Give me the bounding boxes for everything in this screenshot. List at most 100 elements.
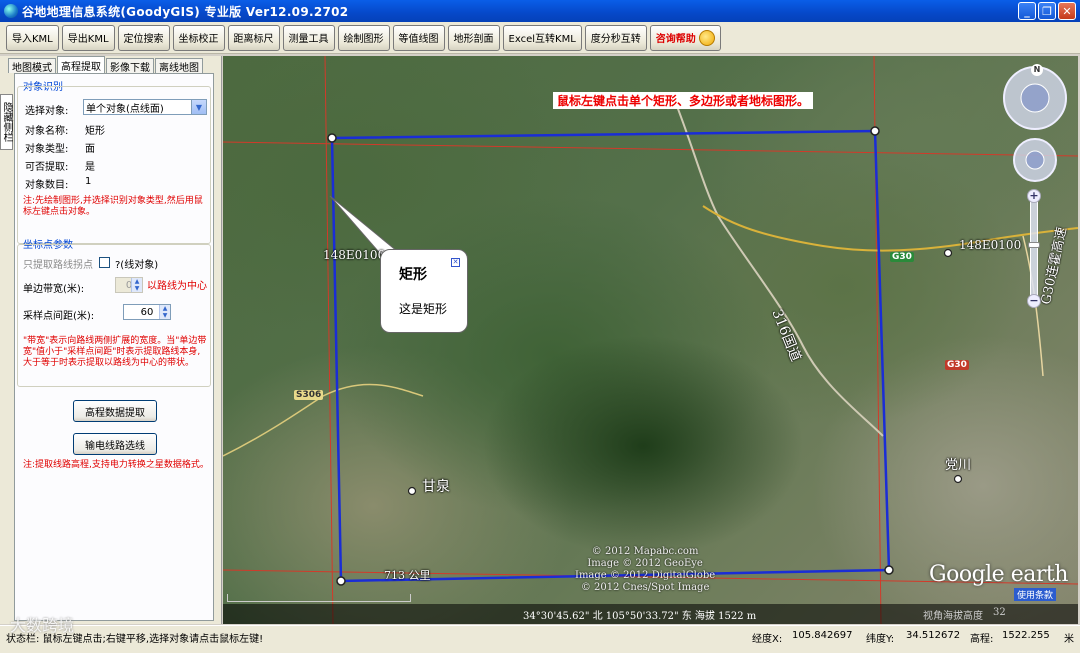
only-turning-checkbox[interactable] xyxy=(99,257,110,268)
hide-sidebar-tab[interactable]: 隐藏侧栏 xyxy=(0,94,13,150)
extractable-value: 是 xyxy=(85,162,95,173)
chevron-down-icon[interactable]: ▼ xyxy=(191,100,206,114)
spin-arrows-icon[interactable]: ▲ ▼ xyxy=(131,278,142,292)
band-width-stepper[interactable]: 0 ▲ ▼ xyxy=(115,277,143,293)
copyright-line: © 2012 Mapabc.com xyxy=(591,546,699,557)
help-button[interactable]: 咨询帮助 xyxy=(649,24,721,51)
info-bubble: 矩形 ✕ 这是矩形 xyxy=(380,249,468,333)
road-s306-badge: S306 xyxy=(294,390,324,400)
grid-label-right: 148E0100 xyxy=(959,238,1022,252)
lon-label: 经度X: xyxy=(752,634,783,645)
only-turning-label: 只提取路线拐点 xyxy=(23,260,93,271)
object-name-label: 对象名称: xyxy=(25,126,69,137)
close-button[interactable]: ✕ xyxy=(1058,2,1076,20)
place-marker[interactable] xyxy=(407,486,417,496)
vertex-marker[interactable] xyxy=(884,565,894,575)
hand-icon[interactable] xyxy=(1025,150,1045,170)
eye-altitude-value: 32 xyxy=(993,607,1006,618)
road-316 xyxy=(672,95,884,437)
object-recog-note: 注:先绘制图形,并选择识别对象类型,然后用鼠标左键点击对象。 xyxy=(23,196,203,217)
scale-bar xyxy=(227,594,411,602)
excel-kml-button[interactable]: Excel互转KML xyxy=(502,24,582,51)
elevation-extract-button[interactable]: 高程数据提取 xyxy=(73,400,157,422)
map-copyright: © 2012 Mapabc.com Image © 2012 GeoEye Im… xyxy=(575,546,715,594)
object-type-label: 对象类型: xyxy=(25,144,69,155)
google-earth-logo: Google earth xyxy=(929,562,1068,587)
place-ganquan: 甘泉 xyxy=(422,479,450,495)
place-marker[interactable] xyxy=(953,474,963,484)
elevation-tab-body: 对象识别 选择对象: 单个对象(点线面) ▼ 对象名称: 矩形 对象类型: 面 … xyxy=(14,73,214,621)
vertex-marker[interactable] xyxy=(336,576,346,586)
road-g30-badge-2: G30 xyxy=(945,360,969,370)
bubble-title: 矩形 xyxy=(399,267,427,283)
measure-tools-button[interactable]: 测量工具 xyxy=(282,24,335,51)
vertex-marker[interactable] xyxy=(327,133,337,143)
title-bar: 谷地地理信息系统(GoodyGIS) 专业版 Ver12.09.2702 _ ❐… xyxy=(0,0,1080,22)
copyright-line: © 2012 Cnes/Spot Image xyxy=(580,582,710,593)
map-overlay xyxy=(223,56,1078,624)
road-713-label: 713 公里 xyxy=(384,569,431,582)
sample-interval-stepper[interactable]: 60 ▲ ▼ xyxy=(123,304,171,320)
zoom-in-button[interactable]: + xyxy=(1027,189,1041,203)
terrain-profile-button[interactable]: 地形剖面 xyxy=(447,24,500,51)
sample-interval-label: 采样点间距(米): xyxy=(23,311,95,322)
compass-north-icon[interactable]: N xyxy=(1031,64,1043,76)
lat-value: 34.512672 xyxy=(906,630,961,641)
terms-link[interactable]: 使用条款 xyxy=(1014,588,1057,601)
tab-map-mode[interactable]: 地图模式 xyxy=(8,58,56,74)
coord-params-note: "带宽"表示向路线两侧扩展的宽度。当"单边带宽"值小于"采样点间距"时表示提取路… xyxy=(23,336,207,368)
road-g30 xyxy=(702,205,1078,252)
place-dangchuan: 党川 xyxy=(945,458,972,473)
distance-ruler-button[interactable]: 距离标尺 xyxy=(227,24,280,51)
object-count-label: 对象数目: xyxy=(25,180,69,191)
lon-value: 105.842697 xyxy=(792,630,853,641)
import-kml-button[interactable]: 导入KML xyxy=(6,24,59,51)
elev-label: 高程: xyxy=(970,634,994,645)
minimize-button[interactable]: _ xyxy=(1018,2,1036,20)
only-turning-suffix: ?(线对象) xyxy=(115,260,159,271)
band-width-label: 单边带宽(米): xyxy=(23,284,85,295)
tab-elevation-extract[interactable]: 高程提取 xyxy=(57,56,105,73)
window-controls: _ ❐ ✕ xyxy=(1018,2,1076,20)
select-object-label: 选择对象: xyxy=(25,106,69,117)
tab-image-download[interactable]: 影像下载 xyxy=(106,58,154,74)
spin-arrows-icon[interactable]: ▲ ▼ xyxy=(159,305,170,319)
tab-offline-map[interactable]: 离线地图 xyxy=(155,58,203,74)
grid-line xyxy=(223,141,1078,157)
left-panel: 隐藏侧栏 地图模式 高程提取 影像下载 离线地图 对象识别 选择对象: 单个对象… xyxy=(0,56,222,624)
map-status-strip: 34°30'45.62" 北 105°50'33.72" 东 海拔 1522 m… xyxy=(223,604,1078,624)
coord-correct-button[interactable]: 坐标校正 xyxy=(172,24,225,51)
object-select-value: 单个对象(点线面) xyxy=(86,103,164,115)
dms-convert-button[interactable]: 度分秒互转 xyxy=(584,24,647,51)
app-globe-icon xyxy=(4,4,18,18)
help-label: 咨询帮助 xyxy=(655,34,696,45)
copyright-line: Image © 2012 GeoEye xyxy=(587,558,703,569)
object-select[interactable]: 单个对象(点线面) ▼ xyxy=(83,99,207,115)
bubble-body: 这是矩形 xyxy=(399,302,448,316)
map-coords-readout: 34°30'45.62" 北 105°50'33.72" 东 海拔 1522 m xyxy=(523,611,757,622)
locate-search-button[interactable]: 定位搜索 xyxy=(117,24,170,51)
draw-shape-button[interactable]: 绘制图形 xyxy=(337,24,390,51)
close-icon[interactable]: ✕ xyxy=(451,258,460,267)
elev-value: 1522.255 xyxy=(1002,630,1050,641)
place-marker[interactable] xyxy=(943,248,953,258)
map-view[interactable]: N + − 鼠标左键点击单个矩形、多边形或者地标图形。 148E0100 148… xyxy=(223,56,1078,624)
vertex-marker[interactable] xyxy=(870,126,880,136)
zoom-thumb[interactable] xyxy=(1028,242,1040,248)
maximize-button[interactable]: ❐ xyxy=(1038,2,1056,20)
window-title: 谷地地理信息系统(GoodyGIS) 专业版 Ver12.09.2702 xyxy=(22,4,349,19)
copyright-line: Image © 2012 DigitalGlobe xyxy=(575,570,716,581)
export-kml-button[interactable]: 导出KML xyxy=(61,24,115,51)
contour-button[interactable]: 等值线图 xyxy=(392,24,445,51)
panel-tabs: 地图模式 高程提取 影像下载 离线地图 xyxy=(8,56,204,74)
band-width-suffix: 以路线为中心 xyxy=(147,281,207,292)
eye-icon[interactable] xyxy=(1020,83,1050,113)
watermark-text: 大数跨境 xyxy=(10,616,75,635)
smiley-icon xyxy=(698,29,715,46)
road-g30-badge: G30 xyxy=(890,252,914,262)
actions-note: 注:提取线路高程,支持电力转换之星数据格式。 xyxy=(23,460,209,470)
eye-altitude-label: 视角海拔高度 xyxy=(923,611,983,622)
object-name-value: 矩形 xyxy=(85,126,105,137)
main-toolbar: 导入KML 导出KML 定位搜索 坐标校正 距离标尺 测量工具 绘制图形 等值线… xyxy=(0,22,1080,54)
powerline-route-button[interactable]: 输电线路选线 xyxy=(73,433,157,455)
